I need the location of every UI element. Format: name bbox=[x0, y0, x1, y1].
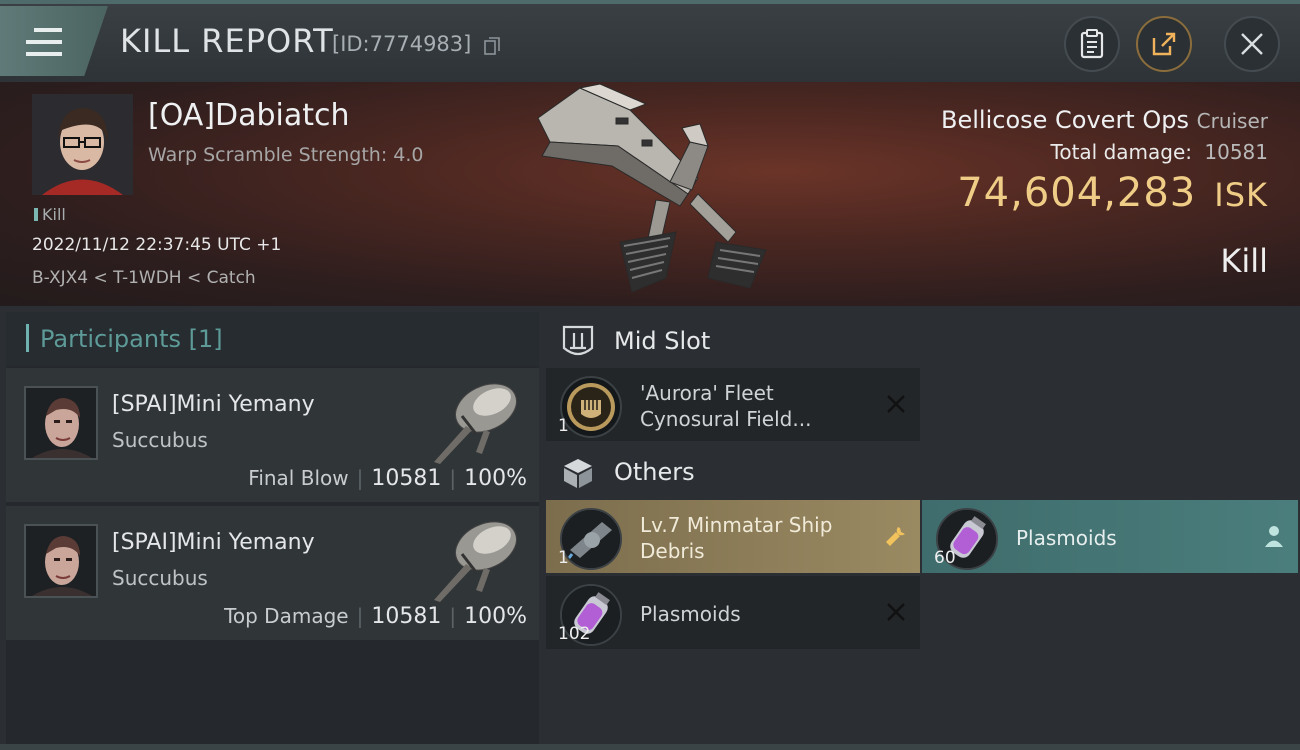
total-damage-value: 10581 bbox=[1204, 140, 1268, 164]
participant-ship-image[interactable] bbox=[426, 372, 526, 466]
item-name-line2: Debris bbox=[640, 539, 705, 563]
others-title: Others bbox=[614, 458, 695, 486]
item-quantity: 102 bbox=[558, 624, 591, 644]
cyno-field-icon bbox=[560, 376, 622, 438]
header-accent-line bbox=[0, 0, 1300, 4]
participant-role: Top Damage bbox=[224, 604, 349, 628]
participant-row[interactable]: [SPAI]Mini Yemany Succubus Final Blow | 10… bbox=[6, 368, 539, 502]
item-row[interactable]: 1 Lv.7 Minmatar Ship Debris bbox=[546, 500, 920, 573]
participant-role: Final Blow bbox=[248, 466, 349, 490]
cube-icon bbox=[564, 459, 592, 488]
close-button[interactable] bbox=[1224, 16, 1280, 72]
participants-accent-bar bbox=[26, 324, 29, 352]
item-quantity: 1 bbox=[558, 416, 569, 436]
kill-result-label: Kill bbox=[1220, 242, 1268, 280]
mid-slot-icon bbox=[562, 325, 594, 356]
participant-damage: 10581 bbox=[371, 604, 442, 629]
close-icon bbox=[1241, 33, 1263, 55]
bottom-edge bbox=[0, 744, 1300, 750]
victim-name[interactable]: [OA]Dabiatch bbox=[148, 98, 350, 133]
participant-stats: Final Blow | 10581 | 100% bbox=[248, 466, 527, 491]
total-damage-label: Total damage: bbox=[1050, 140, 1193, 164]
item-name: Lv.7 Minmatar Ship Debris bbox=[640, 512, 832, 564]
item-name: Plasmoids bbox=[1016, 525, 1117, 551]
item-name-line1: Plasmoids bbox=[1016, 526, 1117, 550]
participant-stats: Top Damage | 10581 | 100% bbox=[224, 604, 527, 629]
ship-name-text: Bellicose Covert Ops bbox=[941, 106, 1189, 134]
share-button[interactable] bbox=[1136, 16, 1192, 72]
participant-percent: 100% bbox=[464, 466, 527, 491]
share-icon bbox=[1152, 32, 1176, 56]
victim-ship-name[interactable]: Bellicose Covert Ops Cruiser bbox=[941, 106, 1268, 134]
item-name: 'Aurora' Fleet Cynosural Field... bbox=[640, 380, 811, 432]
item-row[interactable]: 60 Plasmoids bbox=[922, 500, 1298, 573]
participant-damage: 10581 bbox=[371, 466, 442, 491]
destroyed-x-icon bbox=[887, 603, 905, 621]
item-name: Plasmoids bbox=[640, 601, 741, 627]
item-name-line1: 'Aurora' Fleet bbox=[640, 381, 774, 405]
item-name-line1: Lv.7 Minmatar Ship bbox=[640, 513, 833, 537]
victim-summary: [OA]Dabiatch Warp Scramble Strength: 4.0… bbox=[0, 82, 1300, 306]
participants-title: Participants [1] bbox=[40, 325, 223, 353]
isk-amount: 74,604,283 bbox=[957, 170, 1197, 216]
clipboard-icon bbox=[1080, 29, 1104, 59]
participant-ship: Succubus bbox=[112, 428, 208, 452]
ship-debris-icon bbox=[560, 508, 622, 570]
victim-avatar[interactable] bbox=[32, 94, 133, 195]
item-row[interactable]: 1 'Aurora' Fleet Cynosural Field... bbox=[546, 368, 920, 441]
participant-ship-image[interactable] bbox=[426, 510, 526, 604]
ship-class-text: Cruiser bbox=[1196, 109, 1268, 133]
kill-location[interactable]: B-XJX4 < T-1WDH < Catch bbox=[32, 268, 256, 288]
kill-id: [ID:7774983] bbox=[332, 32, 472, 56]
victim-subtitle: Warp Scramble Strength: 4.0 bbox=[148, 144, 424, 166]
item-name-line1: Plasmoids bbox=[640, 602, 741, 626]
participant-ship: Succubus bbox=[112, 566, 208, 590]
participant-row[interactable]: [SPAI]Mini Yemany Succubus Top Damage | 10… bbox=[6, 506, 539, 640]
kill-tag: Kill bbox=[34, 205, 66, 224]
item-row[interactable]: 102 Plasmoids bbox=[546, 576, 920, 649]
participant-avatar[interactable] bbox=[24, 386, 98, 460]
participant-percent: 100% bbox=[464, 604, 527, 629]
item-quantity: 1 bbox=[558, 548, 569, 568]
menu-icon bbox=[26, 28, 62, 64]
isk-value: 74,604,283 ISK bbox=[957, 170, 1268, 216]
menu-button[interactable] bbox=[0, 6, 108, 76]
victim-ship-image[interactable] bbox=[520, 82, 780, 306]
copy-icon[interactable] bbox=[484, 37, 500, 55]
participants-panel: Participants [1] [SPAI]Mini Yemany Succu… bbox=[6, 312, 539, 746]
participant-avatar[interactable] bbox=[24, 524, 98, 598]
kill-timestamp: 2022/11/12 22:37:45 UTC +1 bbox=[32, 235, 282, 255]
participant-name[interactable]: [SPAI]Mini Yemany bbox=[112, 530, 315, 555]
destroyed-x-icon bbox=[887, 395, 905, 413]
wrench-icon bbox=[886, 527, 905, 546]
item-name-line2: Cynosural Field... bbox=[640, 407, 812, 431]
participants-header: Participants [1] bbox=[6, 312, 539, 366]
clipboard-button[interactable] bbox=[1064, 16, 1120, 72]
header-bar: KILL REPORT [ID:7774983] bbox=[0, 0, 1300, 82]
isk-unit: ISK bbox=[1214, 176, 1268, 214]
item-quantity: 60 bbox=[934, 548, 956, 568]
participant-name[interactable]: [SPAI]Mini Yemany bbox=[112, 392, 315, 417]
mid-slot-title: Mid Slot bbox=[614, 327, 711, 355]
total-damage: Total damage: 10581 bbox=[1051, 140, 1268, 164]
person-icon bbox=[1265, 526, 1283, 547]
page-title: KILL REPORT bbox=[120, 22, 334, 60]
